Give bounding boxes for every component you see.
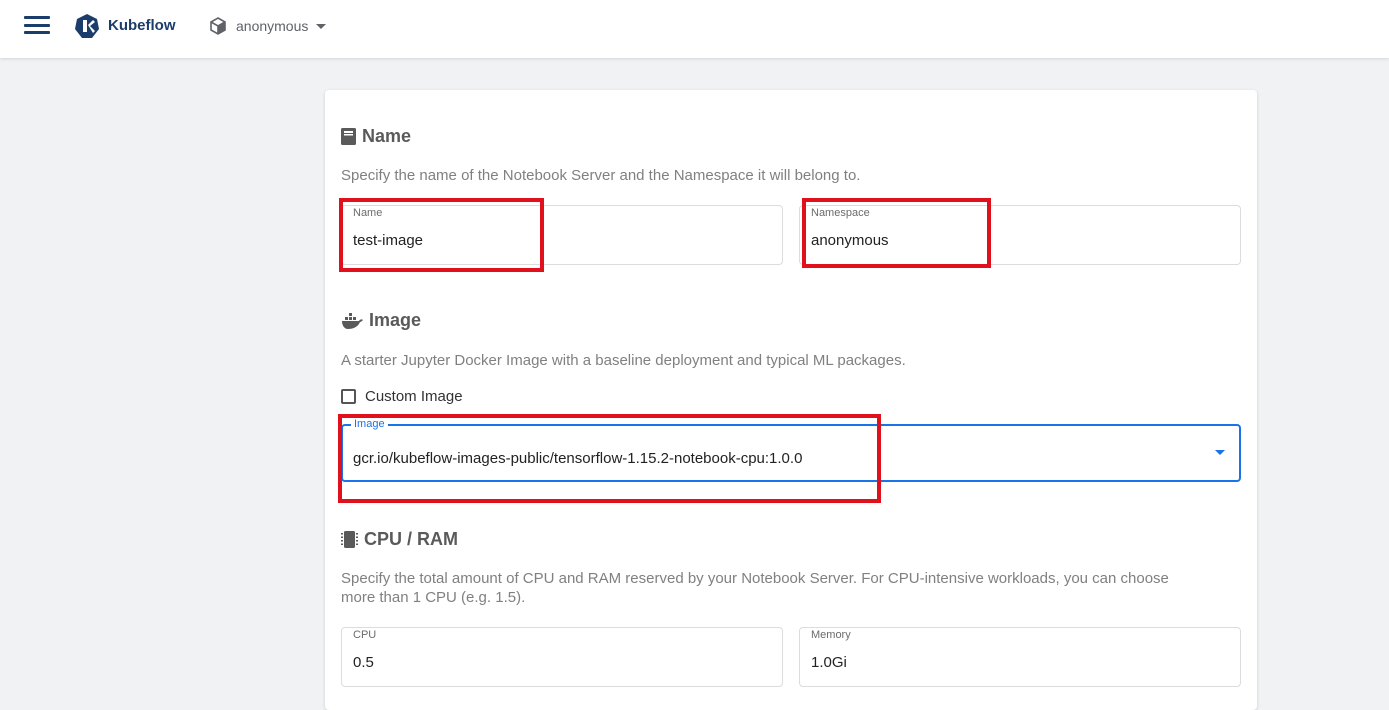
cpu-ram-description-line-1: Specify the total amount of CPU and RAM … [341,570,1169,587]
name-section-title-text: Name [362,126,412,146]
memory-input-value: 1.0Gi [811,654,847,671]
namespace-selector-label: anonymous [236,18,309,34]
book-icon [341,128,356,145]
notebook-form-card: Name Specify the name of the Notebook Se… [325,90,1257,710]
name-section-description: Specify the name of the Notebook Server … [341,167,861,184]
name-input[interactable]: Name test-image [341,205,783,265]
image-select-value: gcr.io/kubeflow-images-public/tensorflow… [353,450,803,467]
docker-icon [341,312,363,329]
image-section-title-text: Image [369,310,422,330]
custom-image-checkbox[interactable] [341,389,356,404]
memory-input[interactable]: Memory 1.0Gi [799,627,1241,687]
brand-name[interactable]: Kubeflow [108,17,176,34]
menu-icon[interactable] [24,16,50,36]
image-section-title: Image [341,310,421,331]
namespace-selector[interactable]: anonymous [209,15,327,37]
kubeflow-logo-icon[interactable] [74,13,100,39]
image-section-description: A starter Jupyter Docker Image with a ba… [341,352,906,369]
cpu-ram-section-title: CPU / RAM [341,529,458,550]
namespace-input-value: anonymous [811,232,889,249]
cpu-input[interactable]: CPU 0.5 [341,627,783,687]
cpu-ram-section-title-text: CPU / RAM [364,529,458,549]
top-app-bar: Kubeflow anonymous [0,0,1389,58]
name-input-value: test-image [353,232,424,249]
name-section-title: Name [341,126,411,147]
name-input-label: Name [353,207,383,219]
memory-input-label: Memory [811,629,851,641]
namespace-input-label: Namespace [811,207,870,219]
cpu-input-value: 0.5 [353,654,374,671]
caret-down-icon [316,23,327,29]
dropdown-caret-icon[interactable] [1215,450,1225,455]
namespace-input[interactable]: Namespace anonymous [799,205,1241,265]
image-select[interactable]: Image gcr.io/kubeflow-images-public/tens… [341,418,1241,482]
chip-icon [341,530,358,549]
custom-image-checkbox-row[interactable]: Custom Image [341,388,463,405]
cpu-ram-section-description: Specify the total amount of CPU and RAM … [341,569,1169,607]
cpu-ram-description-line-2: more than 1 CPU (e.g. 1.5). [341,589,526,606]
custom-image-label: Custom Image [365,388,463,405]
cpu-input-label: CPU [353,629,377,641]
image-select-label: Image [351,418,388,430]
cube-icon [210,17,226,35]
